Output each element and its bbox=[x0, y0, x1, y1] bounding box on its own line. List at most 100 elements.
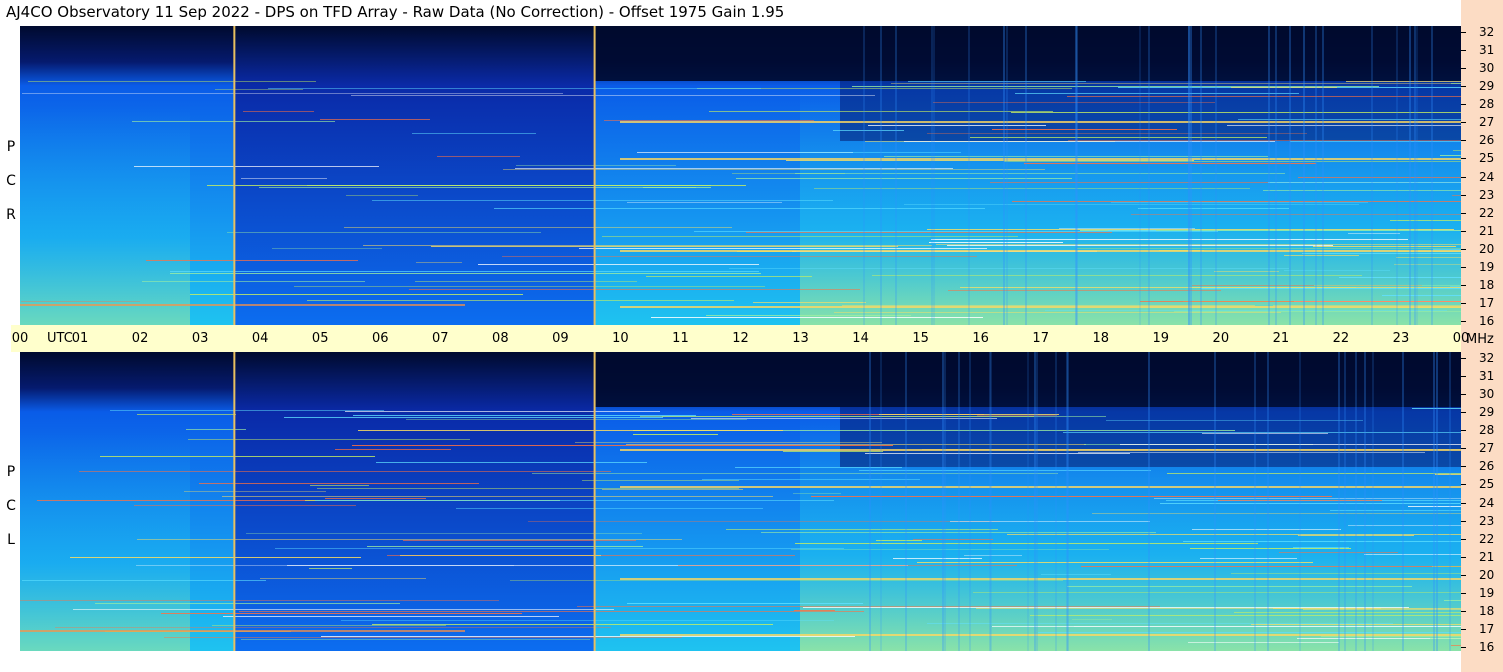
rfi-line bbox=[1138, 208, 1289, 209]
rfi-line bbox=[834, 312, 1281, 313]
vertical-striation bbox=[1396, 26, 1398, 325]
rfi-line bbox=[1314, 285, 1461, 286]
rfi-line bbox=[746, 232, 1112, 233]
rfi-line bbox=[1302, 253, 1461, 254]
rfi-line bbox=[736, 178, 1072, 179]
rfi-line bbox=[1041, 574, 1111, 575]
rfi-line bbox=[212, 625, 446, 626]
rfi-line bbox=[409, 289, 860, 290]
freq-tick-mark bbox=[1461, 394, 1466, 396]
rfi-line bbox=[345, 411, 660, 412]
rfi-line bbox=[931, 239, 1408, 240]
rfi-line bbox=[1024, 163, 1316, 164]
rfi-line bbox=[260, 578, 426, 579]
rfi-line bbox=[284, 417, 663, 418]
utc-tick-label: 08 bbox=[492, 331, 509, 346]
rfi-line bbox=[729, 268, 1289, 269]
vertical-striation bbox=[1254, 352, 1256, 651]
rfi-line bbox=[640, 416, 1034, 417]
freq-axis-lcp: 32 31 30 29 28 27 26 25 24 23 22 21 20 19 18 17 16 bbox=[1461, 351, 1503, 654]
rfi-line bbox=[1238, 119, 1461, 120]
rfi-line bbox=[1030, 615, 1461, 616]
time-marker-line bbox=[233, 26, 236, 325]
freq-tick-mark bbox=[1461, 140, 1466, 142]
freq-tick-mark bbox=[1461, 628, 1466, 630]
rfi-line bbox=[793, 493, 841, 494]
rfi-line bbox=[1167, 473, 1461, 474]
freq-tick-mark bbox=[1461, 266, 1466, 268]
vertical-striation bbox=[1372, 352, 1374, 651]
vertical-striation bbox=[1409, 26, 1411, 325]
vertical-striation bbox=[1416, 26, 1418, 325]
freq-tick-mark bbox=[1461, 484, 1466, 486]
freq-tick-label: 27 bbox=[1479, 115, 1495, 130]
freq-tick-label: 24 bbox=[1479, 169, 1495, 184]
rfi-line bbox=[602, 489, 743, 490]
freq-tick-mark bbox=[1461, 430, 1466, 432]
rfi-line bbox=[294, 286, 765, 287]
strong-rfi-line bbox=[620, 449, 1461, 451]
rfi-line bbox=[627, 202, 782, 203]
rfi-line bbox=[1067, 96, 1461, 97]
vertical-striation bbox=[1075, 26, 1077, 325]
rfi-line bbox=[134, 505, 356, 506]
vertical-striation bbox=[1148, 26, 1150, 325]
rfi-line bbox=[1004, 161, 1461, 162]
utc-tick-label: 01 bbox=[71, 331, 89, 346]
vertical-striation bbox=[1036, 352, 1038, 651]
vertical-striation bbox=[1344, 352, 1346, 651]
vertical-striation bbox=[1006, 26, 1008, 325]
rfi-line bbox=[1451, 645, 1461, 646]
vertical-striation bbox=[880, 352, 882, 651]
vertical-striation bbox=[933, 26, 935, 325]
vertical-striation bbox=[1371, 26, 1373, 325]
freq-tick-mark bbox=[1461, 50, 1466, 52]
rfi-line bbox=[1045, 310, 1447, 311]
utc-tick-label: 12 bbox=[732, 331, 749, 346]
rfi-line bbox=[1160, 503, 1461, 504]
rfi-line bbox=[579, 248, 987, 249]
vertical-striation bbox=[1275, 26, 1277, 325]
utc-tick-label: 05 bbox=[311, 331, 329, 346]
freq-tick-label: 22 bbox=[1479, 531, 1495, 546]
freq-tick-label: 30 bbox=[1479, 387, 1495, 402]
rfi-line bbox=[927, 623, 1393, 624]
lcp-spectrogram bbox=[20, 352, 1461, 651]
rfi-line bbox=[1227, 125, 1461, 126]
rcp-label-letter: R bbox=[6, 207, 16, 223]
freq-tick-label: 19 bbox=[1479, 585, 1495, 600]
freq-tick-label: 29 bbox=[1479, 405, 1495, 420]
vertical-striation bbox=[1315, 26, 1317, 325]
vertical-striation bbox=[1025, 26, 1027, 325]
rfi-line bbox=[412, 133, 536, 134]
rfi-line bbox=[859, 470, 1151, 471]
vertical-striation bbox=[989, 352, 991, 651]
rfi-line bbox=[691, 418, 997, 419]
vertical-striation bbox=[1436, 352, 1438, 651]
vertical-striation bbox=[1268, 26, 1270, 325]
vertical-striation bbox=[905, 352, 907, 651]
rfi-line bbox=[1330, 510, 1461, 511]
rfi-line bbox=[344, 227, 732, 228]
rcp-label-letter: P bbox=[6, 139, 16, 155]
rfi-line bbox=[367, 546, 643, 547]
rcp-label: P C R bbox=[4, 130, 18, 232]
rfi-line bbox=[37, 500, 315, 501]
rfi-line bbox=[320, 119, 430, 120]
freq-tick-label: 18 bbox=[1479, 277, 1495, 292]
vertical-striation bbox=[1148, 352, 1150, 651]
rfi-line bbox=[137, 539, 682, 540]
rfi-line bbox=[137, 414, 236, 415]
rfi-line bbox=[1231, 87, 1337, 88]
vertical-striation bbox=[1338, 352, 1340, 651]
rfi-line bbox=[307, 300, 734, 301]
rfi-line bbox=[215, 89, 303, 90]
freq-tick-mark bbox=[1461, 502, 1466, 504]
rfi-line bbox=[1092, 513, 1461, 514]
rfi-line bbox=[917, 562, 1313, 563]
freq-tick-mark bbox=[1461, 104, 1466, 106]
rfi-line bbox=[243, 111, 314, 112]
rfi-line bbox=[1188, 642, 1339, 643]
rfi-line bbox=[811, 496, 1332, 497]
freq-tick-label: 23 bbox=[1479, 187, 1495, 202]
